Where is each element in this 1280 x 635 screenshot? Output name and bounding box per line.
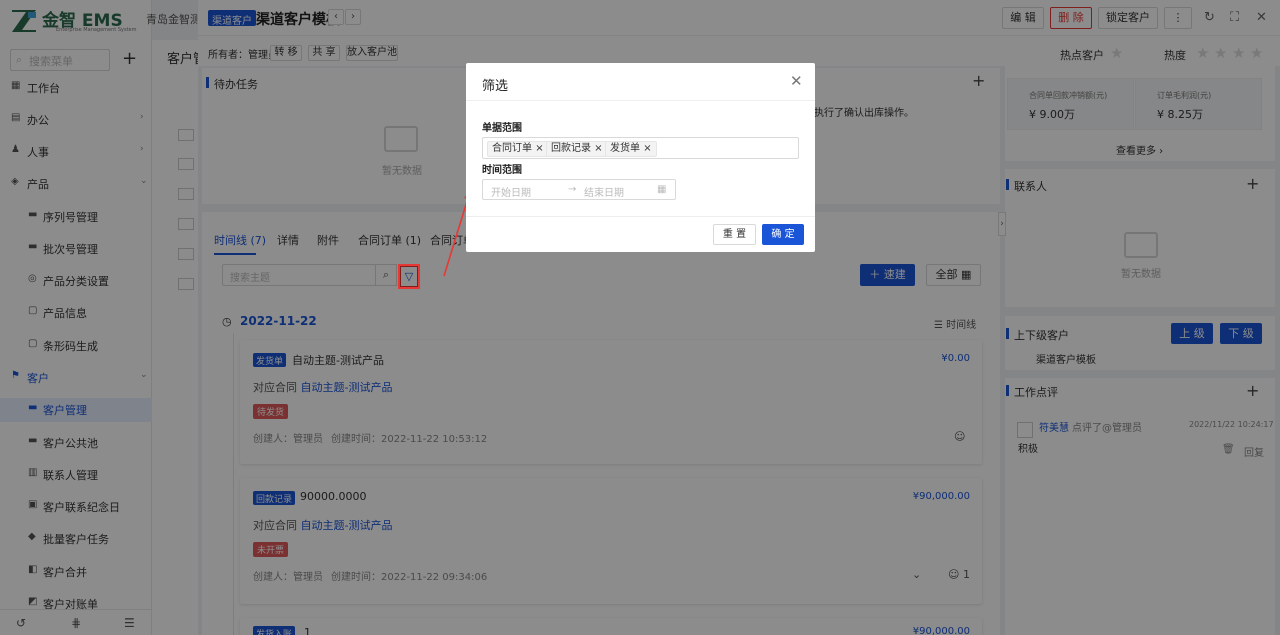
chip-label: 合同订单 [492, 143, 532, 154]
chip-contract-order: 合同订单 × [487, 141, 549, 157]
end-date-input[interactable]: 结束日期 [584, 184, 624, 199]
date-range-picker[interactable]: 开始日期 → 结束日期 ▦ [482, 179, 676, 200]
time-range-label: 时间范围 [482, 165, 522, 176]
document-range-label: 单据范围 [482, 123, 522, 134]
modal-title: 筛选 [482, 79, 509, 94]
document-range-select[interactable]: 合同订单 × 回款记录 × 发货单 × [482, 137, 799, 159]
reset-button[interactable]: 重 置 [713, 224, 756, 245]
chip-remove-icon[interactable]: × [643, 143, 651, 154]
chip-remove-icon[interactable]: × [594, 143, 602, 154]
close-icon[interactable]: ✕ [790, 72, 803, 90]
calendar-icon: ▦ [657, 184, 667, 195]
chip-label: 发货单 [610, 143, 640, 154]
arrow-right-icon: → [568, 184, 577, 195]
chip-delivery-note: 发货单 × [605, 141, 657, 157]
filter-highlight [398, 264, 420, 289]
start-date-input[interactable]: 开始日期 [491, 184, 531, 199]
confirm-button[interactable]: 确 定 [762, 224, 804, 245]
chip-label: 回款记录 [551, 143, 591, 154]
chip-remove-icon[interactable]: × [535, 143, 543, 154]
divider [466, 216, 815, 217]
filter-modal: 筛选 ✕ 单据范围 合同订单 × 回款记录 × 发货单 × 时间范围 开始日期 … [466, 63, 815, 252]
divider [466, 100, 815, 101]
chip-payment-record: 回款记录 × [546, 141, 608, 157]
